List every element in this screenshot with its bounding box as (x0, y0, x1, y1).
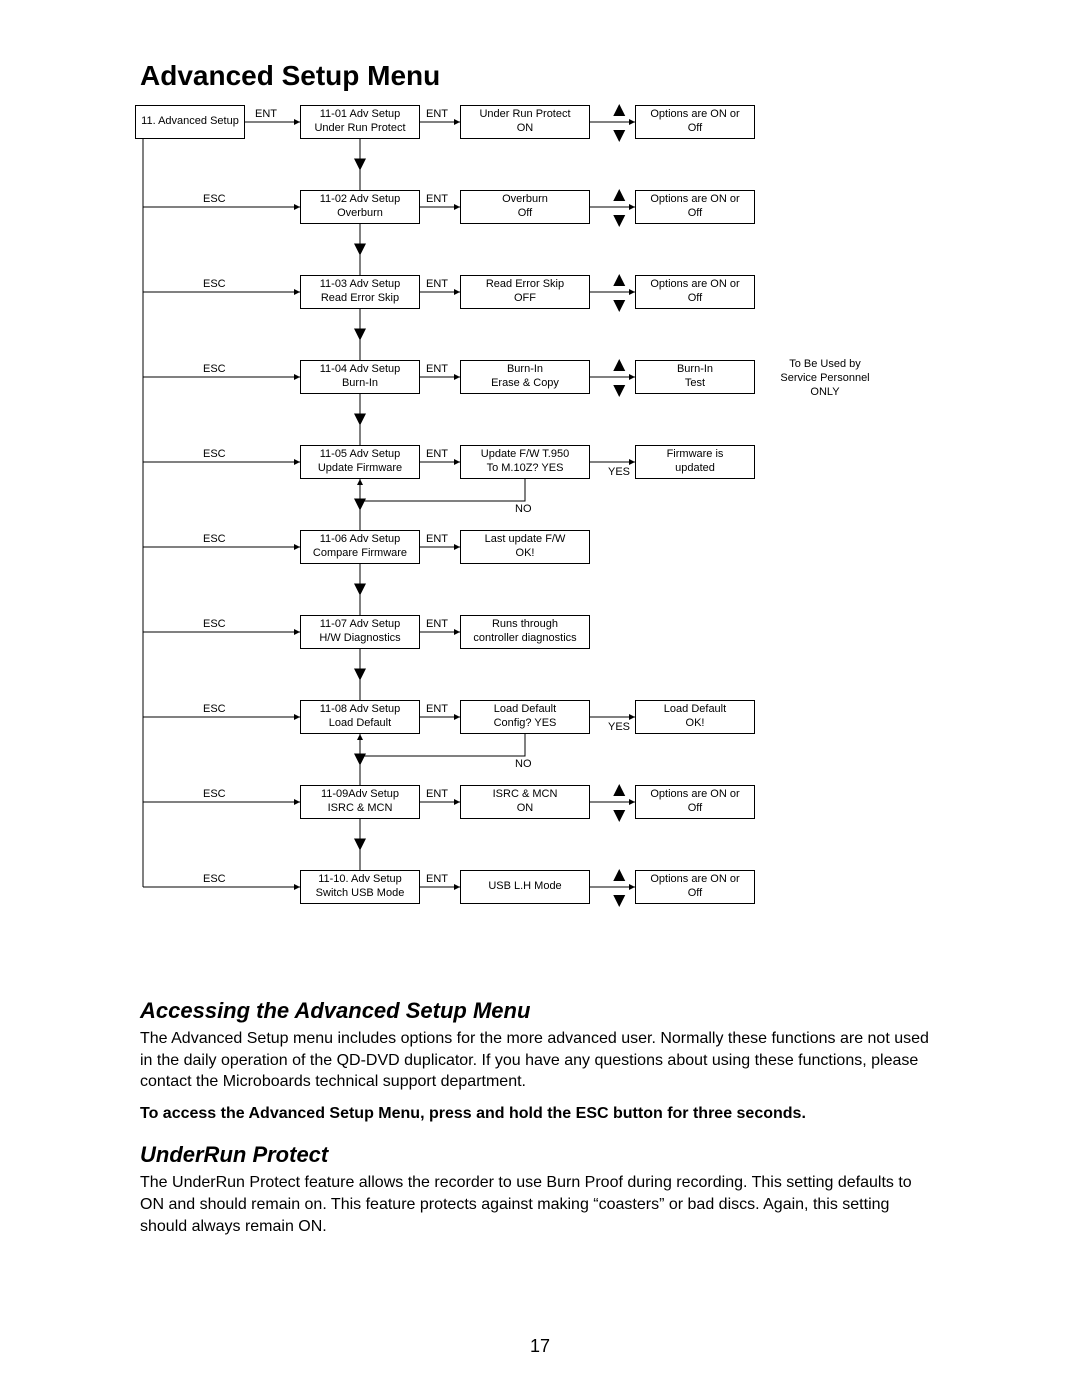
state-node-4: Update F/W T.950To M.10Z? YES (460, 445, 590, 479)
side-note-3: To Be Used byService PersonnelONLY (770, 358, 880, 399)
menu-node-8: 11-09Adv SetupISRC & MCN (300, 785, 420, 819)
lbl-no-4: NO (515, 503, 532, 515)
lbl-yes-7: YES (608, 721, 630, 733)
menu-diagram: 11. Advanced Setup ENT 11-01 Adv SetupUnde… (135, 100, 955, 980)
state-node-0: Under Run ProtectON (460, 105, 590, 139)
state-node-9: USB L.H Mode (460, 870, 590, 904)
menu-node-2: 11-03 Adv SetupRead Error Skip (300, 275, 420, 309)
lbl-no-7: NO (515, 758, 532, 770)
opt-node-7: Load DefaultOK! (635, 700, 755, 734)
para-accessing-2: To access the Advanced Setup Menu, press… (140, 1103, 940, 1125)
lbl-ent-1: ENT (426, 193, 448, 205)
lbl-esc-6: ESC (203, 618, 226, 630)
lbl-ent-3: ENT (426, 363, 448, 375)
menu-node-7: 11-08 Adv SetupLoad Default (300, 700, 420, 734)
state-node-1: OverburnOff (460, 190, 590, 224)
page-number: 17 (0, 1336, 1080, 1357)
lbl-ent-root: ENT (255, 108, 277, 120)
menu-node-0: 11-01 Adv SetupUnder Run Protect (300, 105, 420, 139)
state-node-2: Read Error SkipOFF (460, 275, 590, 309)
para-underrun-1: The UnderRun Protect feature allows the … (140, 1172, 940, 1237)
opt-node-9: Options are ON orOff (635, 870, 755, 904)
lbl-ent-5: ENT (426, 533, 448, 545)
menu-node-4: 11-05 Adv SetupUpdate Firmware (300, 445, 420, 479)
opt-node-1: Options are ON orOff (635, 190, 755, 224)
page: Advanced Setup Menu 11. Advanced Setup EN… (0, 0, 1080, 1397)
para-accessing-1: The Advanced Setup menu includes options… (140, 1028, 940, 1093)
state-node-8: ISRC & MCNON (460, 785, 590, 819)
lbl-ent-8: ENT (426, 788, 448, 800)
lbl-esc-1: ESC (203, 193, 226, 205)
lbl-esc-7: ESC (203, 703, 226, 715)
content-top: Advanced Setup Menu (140, 60, 940, 104)
state-node-3: Burn-InErase & Copy (460, 360, 590, 394)
root-node: 11. Advanced Setup (135, 105, 245, 139)
lbl-ent-6: ENT (426, 618, 448, 630)
heading-underrun: UnderRun Protect (140, 1142, 940, 1168)
lbl-ent-2: ENT (426, 278, 448, 290)
menu-node-9: 11-10. Adv SetupSwitch USB Mode (300, 870, 420, 904)
opt-node-8: Options are ON orOff (635, 785, 755, 819)
menu-node-5: 11-06 Adv SetupCompare Firmware (300, 530, 420, 564)
opt-node-0: Options are ON orOff (635, 105, 755, 139)
lbl-ent-7: ENT (426, 703, 448, 715)
page-title: Advanced Setup Menu (140, 60, 940, 92)
menu-node-1: 11-02 Adv SetupOverburn (300, 190, 420, 224)
lbl-esc-3: ESC (203, 363, 226, 375)
lbl-esc-4: ESC (203, 448, 226, 460)
lbl-esc-5: ESC (203, 533, 226, 545)
opt-node-4: Firmware isupdated (635, 445, 755, 479)
lbl-ent-0: ENT (426, 108, 448, 120)
lbl-esc-9: ESC (203, 873, 226, 885)
opt-node-3: Burn-InTest (635, 360, 755, 394)
menu-node-6: 11-07 Adv SetupH/W Diagnostics (300, 615, 420, 649)
body-text: Accessing the Advanced Setup Menu The Ad… (140, 980, 940, 1247)
lbl-ent-4: ENT (426, 448, 448, 460)
state-node-5: Last update F/WOK! (460, 530, 590, 564)
menu-node-3: 11-04 Adv SetupBurn-In (300, 360, 420, 394)
state-node-7: Load DefaultConfig? YES (460, 700, 590, 734)
lbl-yes-4: YES (608, 466, 630, 478)
state-node-6: Runs throughcontroller diagnostics (460, 615, 590, 649)
lbl-esc-8: ESC (203, 788, 226, 800)
lbl-ent-9: ENT (426, 873, 448, 885)
heading-accessing: Accessing the Advanced Setup Menu (140, 998, 940, 1024)
lbl-esc-2: ESC (203, 278, 226, 290)
opt-node-2: Options are ON orOff (635, 275, 755, 309)
